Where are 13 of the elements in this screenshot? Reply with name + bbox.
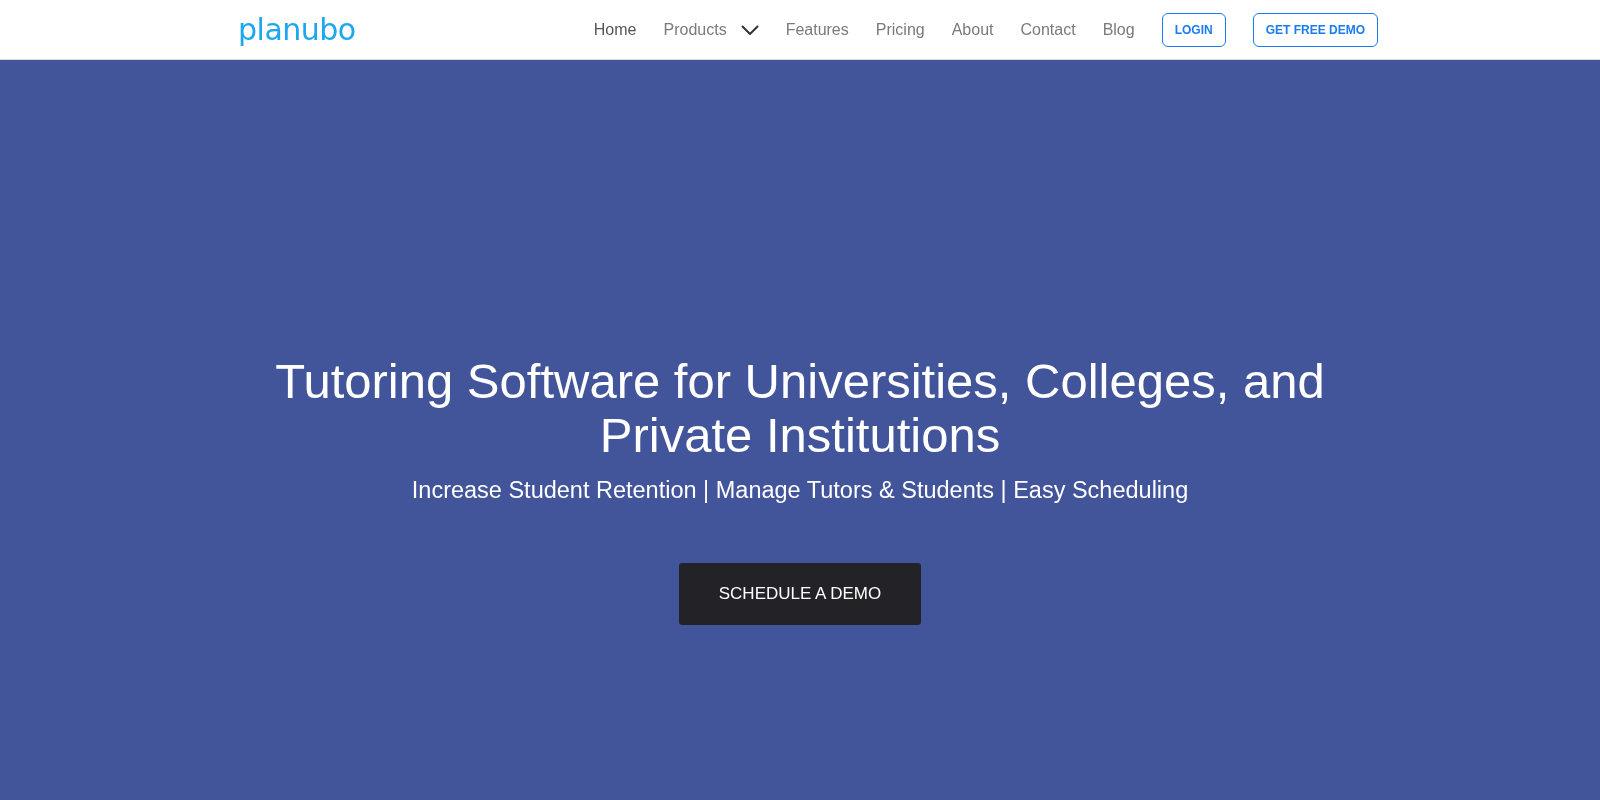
nav-link[interactable]: About xyxy=(951,13,994,46)
login-button[interactable]: LOGIN xyxy=(1161,12,1226,47)
nav-link[interactable]: Home xyxy=(593,13,637,46)
nav-link[interactable]: Pricing xyxy=(875,13,925,46)
hero-subtitle: Increase Student Retention | Manage Tutors & Students | Easy Scheduling xyxy=(411,476,1189,505)
nav-link[interactable]: Blog xyxy=(1102,13,1135,46)
nav-link[interactable]: Features xyxy=(785,13,849,46)
schedule-demo-button[interactable]: SCHEDULE A DEMO xyxy=(678,563,922,625)
logo[interactable]: planubo xyxy=(238,14,356,45)
nav-link[interactable]: Contact xyxy=(1020,13,1076,46)
hero-title: Tutoring Software for Universities, Colleges, and Private Institutions xyxy=(274,355,1326,463)
nav-link[interactable]: Products xyxy=(663,13,759,46)
free-demo-button[interactable]: GET FREE DEMO xyxy=(1252,12,1378,47)
